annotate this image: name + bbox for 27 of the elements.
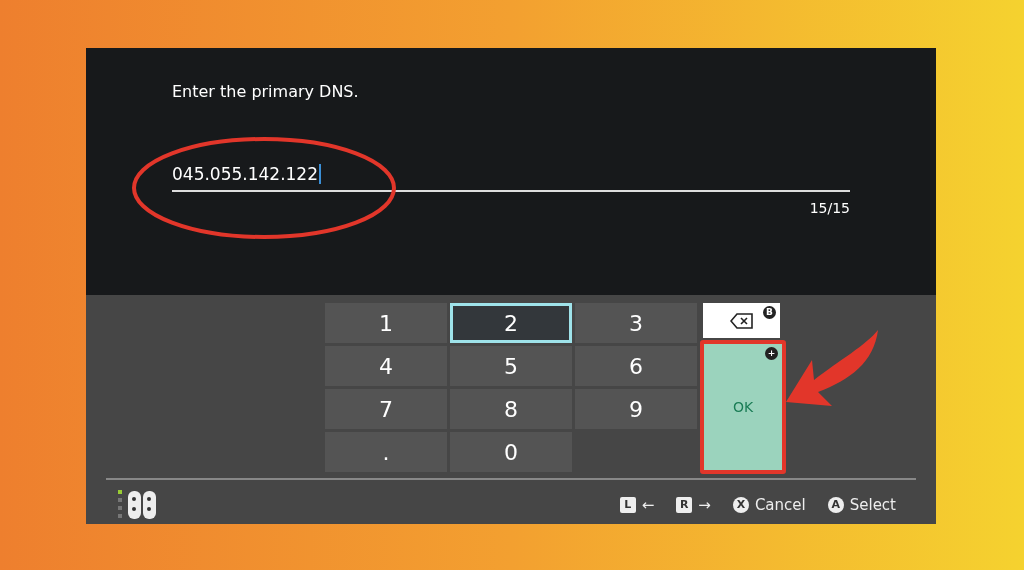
input-field[interactable]: 045.055.142.122 xyxy=(172,162,850,192)
character-counter: 15/15 xyxy=(808,198,850,218)
hint-label: Select xyxy=(849,494,896,516)
number-key[interactable]: 9 xyxy=(575,389,697,429)
number-key[interactable]: 7 xyxy=(325,389,447,429)
number-key[interactable]: 2 xyxy=(450,303,572,343)
number-key[interactable]: 5 xyxy=(450,346,572,386)
button-badge: + xyxy=(765,347,778,360)
number-key[interactable]: 8 xyxy=(450,389,572,429)
number-key[interactable]: 1 xyxy=(325,303,447,343)
hint-label: → xyxy=(698,494,711,516)
number-key[interactable]: 3 xyxy=(575,303,697,343)
button-badge: B xyxy=(763,306,776,319)
hint-label: Cancel xyxy=(754,494,806,516)
button-glyph: L xyxy=(619,497,636,513)
number-key[interactable]: 6 xyxy=(575,346,697,386)
prompt-text: Enter the primary DNS. xyxy=(172,81,360,103)
ok-key[interactable]: OK + xyxy=(700,340,786,474)
backspace-icon xyxy=(729,313,754,329)
number-key[interactable]: 0 xyxy=(450,432,572,472)
hint-label: ← xyxy=(641,494,655,516)
backspace-key[interactable]: B xyxy=(703,303,780,338)
button-glyph: R xyxy=(676,497,693,513)
number-key[interactable]: . xyxy=(325,432,447,472)
number-key[interactable]: 4 xyxy=(325,346,447,386)
button-glyph: A xyxy=(827,497,844,513)
button-glyph: X xyxy=(732,497,749,513)
